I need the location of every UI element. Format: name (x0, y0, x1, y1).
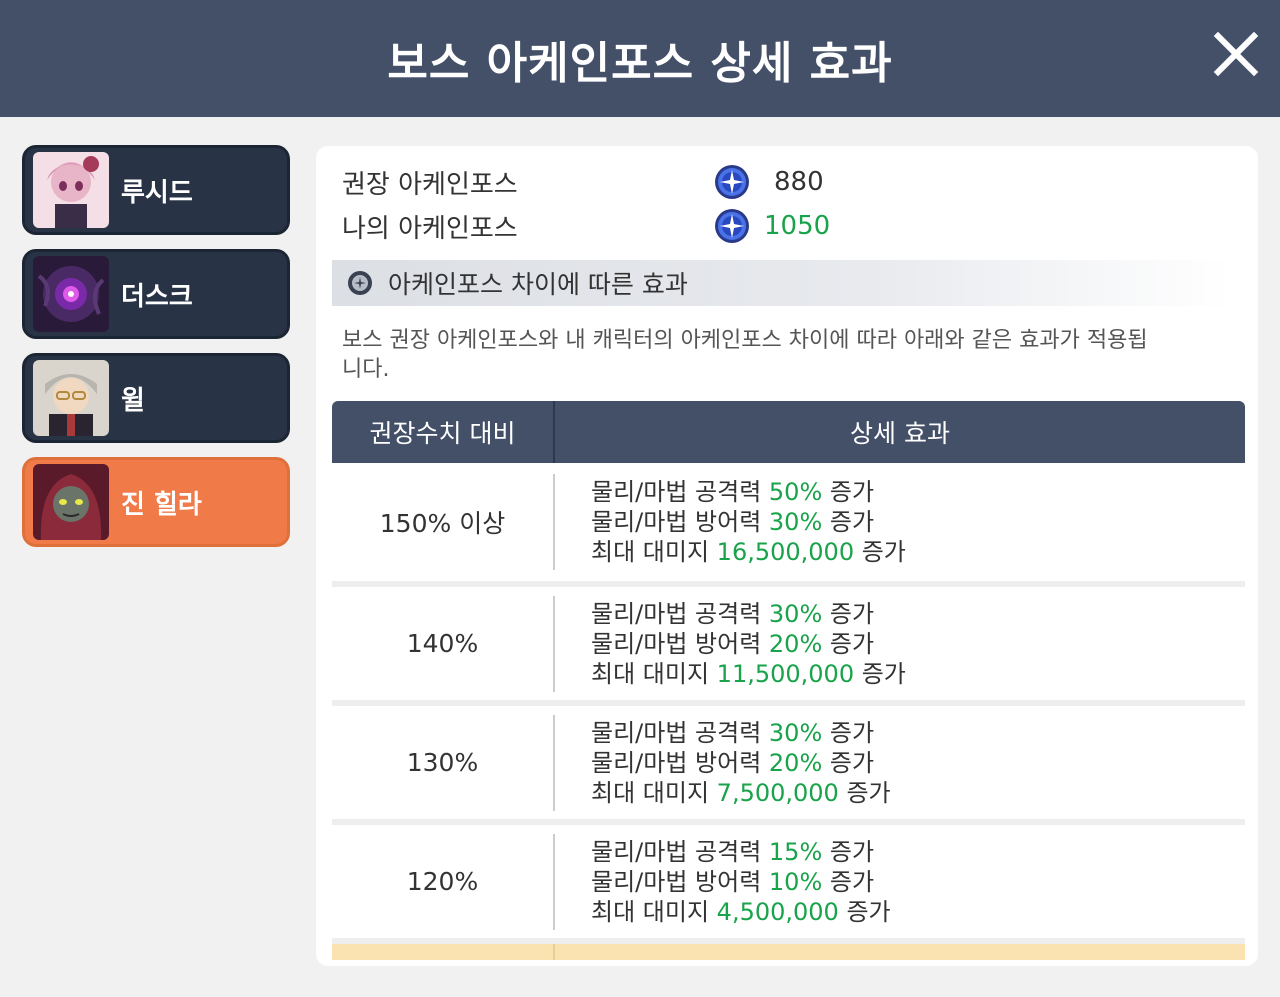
detail-panel: 권장 아케인포스 880 나의 아케인포스 1050 아케인포스 차이에 따른 … (316, 146, 1258, 966)
section-description: 보스 권장 아케인포스와 내 캐릭터의 아케인포스 차이에 따라 아래와 같은 … (342, 328, 1148, 382)
effect-line: 최대 대미지 16,500,000 증가 (591, 538, 906, 566)
column-header-ratio: 권장수치 대비 (369, 419, 516, 448)
boss-arcane-force-window: 보스 아케인포스 상세 효과 루시드 더스크 윌 진 힐라 권장 아케인포스 8… (0, 0, 1280, 997)
column-divider (553, 944, 555, 960)
effect-table: 권장수치 대비 상세 효과 150% 이상 물리/마법 공격력 50% 증가 물… (332, 401, 1245, 960)
close-button[interactable] (1210, 28, 1262, 80)
recommended-force-row: 권장 아케인포스 880 (342, 162, 824, 202)
section-header: 아케인포스 차이에 따른 효과 (332, 260, 1232, 306)
window-title: 보스 아케인포스 상세 효과 (387, 37, 893, 89)
boss-item-dusk[interactable]: 더스크 (22, 249, 290, 339)
table-row: 130% 물리/마법 공격력 30% 증가 물리/마법 방어력 20% 증가 최… (332, 706, 1245, 819)
boss-name: 루시드 (121, 177, 193, 208)
boss-item-lucid[interactable]: 루시드 (22, 145, 290, 235)
effect-line: 물리/마법 공격력 50% 증가 (591, 478, 875, 506)
table-body: 150% 이상 물리/마법 공격력 50% 증가 물리/마법 방어력 30% 증… (332, 463, 1245, 960)
arcane-force-icon (714, 164, 750, 200)
section-title: 아케인포스 차이에 따른 효과 (388, 270, 688, 299)
effect-cell: 물리/마법 공격력 50% 증가 물리/마법 방어력 30% 증가 최대 대미지… (555, 477, 1245, 567)
effect-cell: 물리/마법 공격력 30% 증가 물리/마법 방어력 20% 증가 최대 대미지… (555, 718, 1245, 808)
boss-item-jin-hilla[interactable]: 진 힐라 (22, 457, 290, 547)
my-force-row: 나의 아케인포스 1050 (342, 206, 830, 246)
boss-portrait-will-icon (33, 360, 109, 436)
boss-name: 더스크 (121, 281, 193, 312)
table-row: 140% 물리/마법 공격력 30% 증가 물리/마법 방어력 20% 증가 최… (332, 587, 1245, 700)
boss-portrait-jin-hilla-icon (33, 464, 109, 540)
boss-name: 윌 (121, 385, 145, 416)
title-bar: 보스 아케인포스 상세 효과 (0, 0, 1280, 117)
boss-name: 진 힐라 (121, 489, 202, 520)
table-row: 120% 물리/마법 공격력 15% 증가 물리/마법 방어력 10% 증가 최… (332, 825, 1245, 938)
effect-line: 최대 대미지 7,500,000 증가 (591, 778, 891, 807)
effect-line: 물리/마법 방어력 30% 증가 (591, 508, 875, 536)
boss-portrait-dusk-icon (33, 256, 109, 332)
boss-list: 루시드 더스크 윌 진 힐라 (22, 145, 290, 561)
ratio-cell: 140% (406, 629, 479, 658)
effect-cell: 물리/마법 공격력 15% 증가 물리/마법 방어력 10% 증가 최대 대미지… (555, 837, 1245, 927)
effect-line: 물리/마법 방어력 20% 증가 (591, 748, 875, 777)
arcane-force-icon (714, 208, 750, 244)
table-header: 권장수치 대비 상세 효과 (332, 401, 1245, 463)
close-icon (1213, 31, 1259, 77)
table-row-highlighted-partial (332, 944, 1245, 960)
section-dot-icon (346, 269, 374, 297)
effect-line: 최대 대미지 4,500,000 증가 (591, 897, 891, 926)
ratio-cell: 120% (406, 867, 479, 896)
effect-line: 물리/마법 방어력 20% 증가 (591, 629, 875, 658)
boss-item-will[interactable]: 윌 (22, 353, 290, 443)
my-force-label: 나의 아케인포스 (342, 213, 518, 244)
boss-portrait-lucid-icon (33, 152, 109, 228)
effect-cell: 물리/마법 공격력 30% 증가 물리/마법 방어력 20% 증가 최대 대미지… (555, 599, 1245, 689)
my-force-value: 1050 (764, 211, 831, 241)
effect-line: 물리/마법 공격력 30% 증가 (591, 599, 875, 628)
effect-line: 물리/마법 공격력 30% 증가 (591, 718, 875, 747)
recommended-force-label: 권장 아케인포스 (342, 169, 518, 200)
effect-line: 물리/마법 방어력 10% 증가 (591, 867, 875, 896)
table-row: 150% 이상 물리/마법 공격력 50% 증가 물리/마법 방어력 30% 증… (332, 463, 1245, 581)
effect-line: 최대 대미지 11,500,000 증가 (591, 659, 906, 688)
recommended-force-value: 880 (774, 167, 824, 197)
effect-line: 물리/마법 공격력 15% 증가 (591, 837, 875, 866)
ratio-cell: 150% 이상 (379, 509, 506, 538)
ratio-cell: 130% (406, 748, 479, 777)
column-header-effect: 상세 효과 (850, 419, 950, 448)
